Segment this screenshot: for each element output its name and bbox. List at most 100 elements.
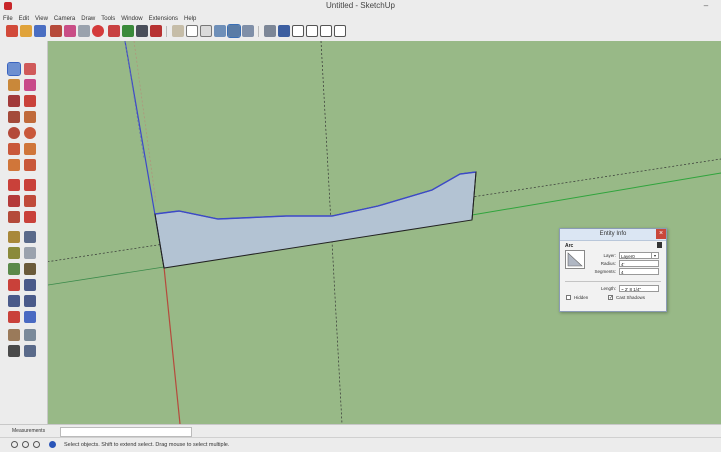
zoom-tool-icon[interactable]	[8, 295, 20, 307]
arc-tool-icon[interactable]	[8, 143, 20, 155]
radius-field[interactable]: 4'	[619, 260, 659, 267]
protractor-tool-icon[interactable]	[8, 247, 20, 259]
circle-tool-icon[interactable]	[8, 127, 20, 139]
back-view-icon[interactable]	[320, 25, 332, 37]
rectangle-tool-icon[interactable]	[8, 111, 20, 123]
status-bar: Select objects. Shift to extend select. …	[0, 437, 721, 452]
freehand-tool-icon[interactable]	[24, 95, 36, 107]
selected-face[interactable]	[154, 171, 477, 269]
offset-tool-icon[interactable]	[24, 211, 36, 223]
measurements-input[interactable]	[60, 427, 192, 437]
rotated-rectangle-tool-icon[interactable]	[24, 111, 36, 123]
status-message: Select objects. Shift to extend select. …	[64, 442, 230, 448]
help-icon[interactable]	[49, 441, 56, 448]
left-view-icon[interactable]	[334, 25, 346, 37]
layer-label: Layer:	[603, 253, 616, 258]
three-point-arc-tool-icon[interactable]	[8, 159, 20, 171]
make-component-icon[interactable]	[50, 25, 62, 37]
credits-icon[interactable]	[22, 441, 29, 448]
walk-tool-icon[interactable]	[8, 345, 20, 357]
window-title: Untitled - SketchUp	[326, 1, 395, 10]
entity-info-panel: Entity Info × Arc Layer: Layer0 ▾ Radius…	[559, 228, 667, 312]
tape-measure-tool-icon[interactable]	[8, 231, 20, 243]
toolbar-separator	[258, 26, 259, 37]
save-icon[interactable]	[34, 25, 46, 37]
measurements-bar: Measurements	[0, 424, 721, 437]
zoom-extents-icon[interactable]	[150, 25, 162, 37]
move-tool-icon[interactable]	[8, 179, 20, 191]
make-component-tool-icon[interactable]	[24, 63, 36, 75]
length-field[interactable]: ~ 2' 8 1/4"	[619, 285, 659, 292]
hidden-label: Hidden	[574, 295, 589, 300]
green-axis-negative-line	[48, 266, 165, 286]
select-tool-icon[interactable]	[7, 62, 21, 76]
close-icon[interactable]: ×	[656, 229, 666, 239]
paint-bucket-icon[interactable]	[64, 25, 76, 37]
hidden-checkbox[interactable]	[566, 295, 571, 300]
dimension-tool-icon[interactable]	[24, 231, 36, 243]
chevron-down-icon: ▾	[651, 253, 658, 258]
top-view-icon[interactable]	[278, 25, 290, 37]
layer-select[interactable]: Layer0 ▾	[619, 252, 659, 259]
two-point-arc-tool-icon[interactable]	[24, 143, 36, 155]
segments-label: Segments:	[594, 269, 616, 274]
scale-tool-icon[interactable]	[8, 211, 20, 223]
iso-view-icon[interactable]	[264, 25, 276, 37]
axes-tool-icon[interactable]	[8, 263, 20, 275]
shaded-with-textures-icon[interactable]	[227, 24, 241, 38]
front-view-icon[interactable]	[292, 25, 304, 37]
toolbar-separator	[166, 26, 167, 37]
radius-label: Radius:	[600, 261, 616, 266]
menu-bar: File Edit View Camera Draw Tools Window Extensi…	[0, 12, 721, 23]
red-axis-dashed-line	[133, 41, 157, 204]
pin-icon[interactable]	[657, 242, 662, 248]
look-around-tool-icon[interactable]	[24, 329, 36, 341]
geo-location-icon[interactable]	[11, 441, 18, 448]
monochrome-icon[interactable]	[242, 25, 254, 37]
previous-view-tool-icon[interactable]	[24, 311, 36, 323]
3d-text-tool-icon[interactable]	[24, 263, 36, 275]
eraser-icon[interactable]	[78, 25, 90, 37]
drawing-viewport[interactable]: Entity Info × Arc Layer: Layer0 ▾ Radius…	[48, 41, 721, 424]
paint-bucket-tool-icon[interactable]	[8, 79, 20, 91]
hidden-line-icon[interactable]	[200, 25, 212, 37]
line-tool-icon[interactable]	[8, 95, 20, 107]
pan-icon[interactable]	[122, 25, 134, 37]
pan-tool-icon[interactable]	[24, 279, 36, 291]
blue-axis-dashed-line	[124, 41, 145, 160]
panel-divider	[565, 281, 661, 282]
pie-tool-icon[interactable]	[24, 159, 36, 171]
entity-type-label: Arc	[565, 243, 574, 249]
cast-shadows-checkbox[interactable]: ✓	[608, 295, 613, 301]
entity-info-header[interactable]: Entity Info ×	[560, 229, 666, 241]
tool-palette	[0, 41, 48, 424]
polygon-tool-icon[interactable]	[24, 127, 36, 139]
zoom-icon[interactable]	[136, 25, 148, 37]
segments-field[interactable]: 4	[619, 268, 659, 275]
zoom-window-tool-icon[interactable]	[24, 295, 36, 307]
getting-started-icon[interactable]	[6, 25, 18, 37]
zoom-extents-tool-icon[interactable]	[8, 311, 20, 323]
orbit-icon[interactable]	[108, 25, 120, 37]
orbit-tool-icon[interactable]	[8, 279, 20, 291]
entity-info-title: Entity Info	[599, 231, 627, 237]
user-icon[interactable]	[33, 441, 40, 448]
x-ray-icon[interactable]	[172, 25, 184, 37]
rotate-tool-icon[interactable]	[8, 195, 20, 207]
eraser-tool-icon[interactable]	[24, 79, 36, 91]
minimize-button[interactable]: –	[697, 0, 715, 12]
measurements-label: Measurements	[12, 428, 46, 434]
position-camera-tool-icon[interactable]	[8, 329, 20, 341]
title-bar: Untitled - SketchUp –	[0, 0, 721, 12]
text-tool-icon[interactable]	[24, 247, 36, 259]
open-icon[interactable]	[20, 25, 32, 37]
wireframe-icon[interactable]	[186, 25, 198, 37]
push-pull-tool-icon[interactable]	[24, 179, 36, 191]
right-view-icon[interactable]	[306, 25, 318, 37]
section-plane-tool-icon[interactable]	[24, 345, 36, 357]
delete-icon[interactable]	[92, 25, 104, 37]
shaded-icon[interactable]	[214, 25, 226, 37]
length-label: Length:	[600, 286, 616, 291]
follow-me-tool-icon[interactable]	[24, 195, 36, 207]
main-toolbar	[0, 23, 721, 42]
